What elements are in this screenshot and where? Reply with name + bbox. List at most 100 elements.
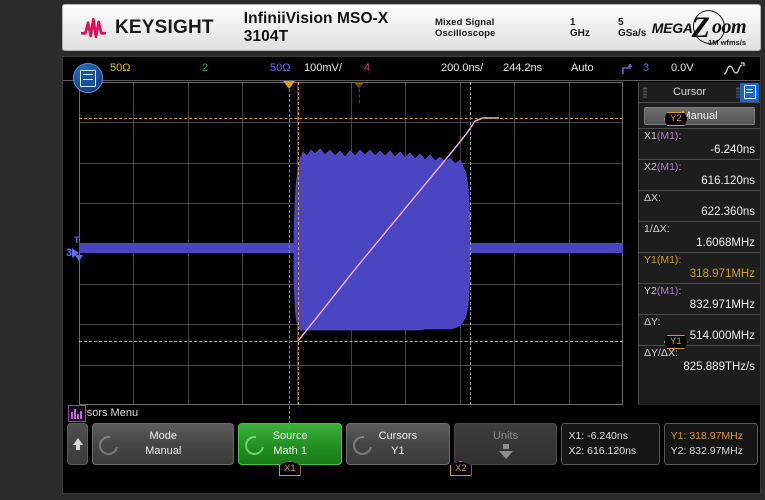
- math-icon-bar: [80, 411, 82, 419]
- cursor-row-y2-label: Y2(M1):: [644, 285, 682, 297]
- cursor-y1-tag[interactable]: Y1: [664, 335, 688, 349]
- cursor-row-dy-value: 514.000MHz: [689, 330, 755, 342]
- softkey-units[interactable]: Units: [453, 423, 558, 465]
- drag-grip-icon[interactable]: [643, 86, 647, 98]
- status-trigger-level[interactable]: 0.0V: [671, 62, 694, 74]
- cursor-x1-line[interactable]: [298, 82, 299, 405]
- cursor-panel-icon[interactable]: [740, 82, 759, 102]
- cursor-row-slope-label: ΔY/ΔX:: [644, 347, 678, 359]
- status-ch4-label[interactable]: 4: [364, 62, 370, 74]
- cursor-y2-tag[interactable]: Y2: [664, 112, 688, 126]
- cursor-row-x1: X1(M1): -6.240ns: [639, 128, 760, 159]
- softkey-mode-label: Mode: [149, 430, 177, 442]
- trigger-level-arrow: [75, 255, 83, 261]
- readout-y-cursors: Y1: 318.97MHz Y2: 832.97MHz: [663, 423, 758, 465]
- cursor-row-y2: Y2(M1): 832.971MHz: [639, 283, 760, 314]
- model-name: InfiniiVision MSO-X 3104T: [243, 9, 389, 45]
- softkey-bar: Mode Manual Source Math 1 Cursors Y1 Uni…: [67, 423, 758, 465]
- up-arrow-icon: [72, 438, 83, 450]
- bandwidth-spec: 1 GHz: [569, 16, 590, 39]
- down-arrow-stem: [502, 444, 509, 449]
- product-subtitle: Mixed Signal Oscilloscope: [435, 16, 496, 39]
- cursor-y1-line[interactable]: [79, 341, 623, 342]
- cursor-row-invdx: 1/ΔX: 1.6068MHz: [639, 221, 760, 252]
- math-icon-bar: [74, 409, 76, 419]
- cursor-panel-glyph: [743, 85, 756, 99]
- cursor-row-y2-value: 832.971MHz: [689, 299, 755, 311]
- scope-display: 50Ω 2 50Ω 100mV/ 4 200.0ns/ 244.2ns Auto…: [62, 56, 761, 494]
- cursor-y2-line[interactable]: [79, 118, 623, 119]
- rotary-knob-icon: [349, 432, 376, 459]
- status-bar: 50Ω 2 50Ω 100mV/ 4 200.0ns/ 244.2ns Auto…: [63, 57, 760, 93]
- menu-icon[interactable]: [73, 63, 103, 93]
- brand-header: KEYSIGHT InfiniiVision MSO-X 3104T Mixed…: [62, 4, 761, 51]
- cursor-x2-line[interactable]: [470, 82, 471, 405]
- megazoom-logo: MEGA Z oom 1M wfms/s: [651, 5, 747, 48]
- cursor-row-y1-label: Y1(M1):: [644, 254, 682, 266]
- softkey-source-label: Source: [272, 430, 308, 442]
- readout-y2: Y2: 832.97MHz: [670, 445, 744, 457]
- keysight-wave-icon: [81, 17, 107, 38]
- status-ch2-label[interactable]: 2: [202, 62, 208, 74]
- cursor-row-dx-value: 622.360ns: [701, 206, 755, 218]
- keysight-logo: KEYSIGHT: [81, 17, 214, 39]
- math-icon-bar: [77, 414, 79, 419]
- cursor-row-x2: X2(M1): 616.120ns: [639, 159, 760, 190]
- cursor-row-dy-label: ΔY:: [644, 316, 661, 328]
- drag-grip-icon[interactable]: [736, 86, 740, 98]
- softkey-mode-value: Manual: [145, 445, 182, 457]
- cursor-row-dy: ΔY: 514.000MHz: [639, 314, 760, 345]
- softkey-mode[interactable]: Mode Manual: [92, 423, 235, 465]
- cursor-row-x2-label: X2(M1):: [644, 161, 682, 173]
- readout-x2: X2: 616.120ns: [568, 445, 637, 457]
- status-ch3-scale[interactable]: 100mV/: [304, 62, 342, 74]
- sample-rate-spec: 5 GSa/s: [617, 16, 647, 39]
- status-trigger-mode[interactable]: Auto: [571, 62, 594, 74]
- status-delay[interactable]: 244.2ns: [503, 62, 542, 74]
- status-ch3-coupling[interactable]: 50Ω: [270, 62, 290, 74]
- readout-x-cursors: X1: -6.240ns X2: 616.120ns: [561, 423, 660, 465]
- math-icon-bar: [71, 412, 73, 419]
- rotary-knob-icon: [241, 432, 269, 459]
- cursor-row-dx: ΔX: 622.360ns: [639, 190, 760, 221]
- cursor-row-x1-label: X1(M1):: [644, 130, 682, 142]
- softkey-cursors[interactable]: Cursors Y1: [346, 423, 450, 465]
- math-function-icon[interactable]: [68, 405, 86, 422]
- readout-y1: Y1: 318.97MHz: [670, 430, 744, 442]
- cursor-row-x2-value: 616.120ns: [701, 175, 755, 187]
- softkey-cursors-value: Y1: [391, 445, 405, 457]
- trigger-edge-icon[interactable]: [621, 63, 633, 76]
- cursor-row-invdx-label: 1/ΔX:: [644, 223, 670, 235]
- megazoom-waveform-rate: 1M wfms/s: [708, 37, 746, 47]
- menu-glyph: [80, 69, 96, 87]
- cursor-layer: [79, 82, 623, 405]
- cursor-row-slope-value: 825.889THz/s: [683, 361, 755, 373]
- cursor-row-dx-label: ΔX:: [644, 192, 661, 204]
- softkey-units-label: Units: [493, 430, 519, 442]
- back-key[interactable]: [67, 423, 89, 465]
- status-ch1-coupling[interactable]: 50Ω: [110, 62, 130, 74]
- readout-x1: X1: -6.240ns: [568, 430, 628, 442]
- ch3-ground-marker[interactable]: 3 T: [66, 235, 83, 261]
- brand-name: KEYSIGHT: [115, 16, 214, 38]
- waveform-icon[interactable]: [723, 62, 745, 76]
- up-arrow-stem: [75, 444, 80, 450]
- trigger-position-stem: [289, 89, 290, 429]
- cursor-row-y1-value: 318.971MHz: [689, 268, 755, 280]
- softkey-source[interactable]: Source Math 1: [238, 423, 342, 465]
- softkey-source-value: Math 1: [273, 445, 307, 457]
- cursor-mode-button[interactable]: Manual: [644, 107, 755, 125]
- status-timebase[interactable]: 200.0ns/: [441, 62, 483, 74]
- down-arrow-icon: [498, 451, 513, 459]
- cursor-panel-header: Cursor: [639, 82, 760, 103]
- megazoom-mega-text: MEGA: [651, 19, 693, 36]
- oscilloscope-screen: KEYSIGHT InfiniiVision MSO-X 3104T Mixed…: [0, 0, 765, 500]
- status-trigger-source[interactable]: 3: [643, 62, 649, 74]
- cursor-row-x1-value: -6.240ns: [710, 144, 755, 156]
- cursor-row-invdx-value: 1.6068MHz: [696, 237, 755, 249]
- cursor-row-y1: Y1(M1): 318.971MHz: [639, 252, 760, 283]
- cursor-panel: Cursor Manual X1(M1): -6.240ns X2(M1): 6…: [638, 82, 760, 405]
- trigger-level-tag: T: [74, 235, 80, 245]
- trigger-position-marker[interactable]: [283, 81, 295, 89]
- cursor-row-slope: ΔY/ΔX: 825.889THz/s: [639, 345, 760, 376]
